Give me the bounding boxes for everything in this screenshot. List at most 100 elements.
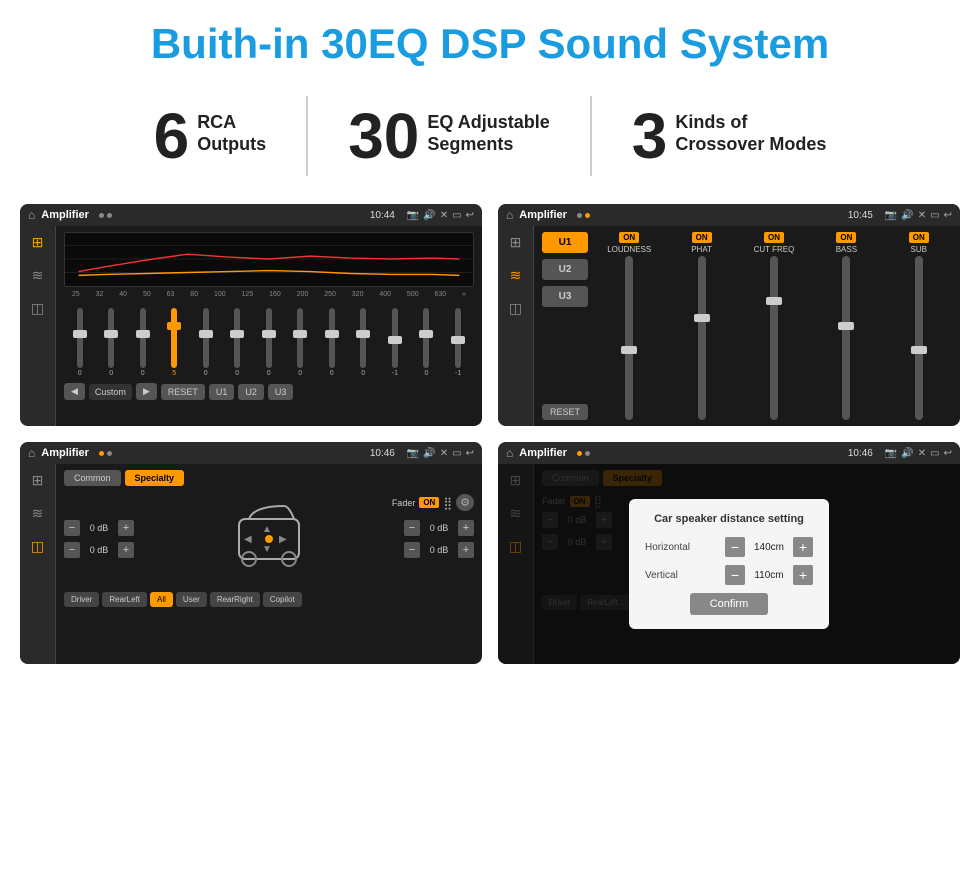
slider-sub[interactable]	[915, 256, 923, 420]
back-icon-1[interactable]: ↩	[466, 210, 474, 221]
status-icons-4: 📷 🔊 ✕ ▭ ↩	[885, 448, 952, 459]
sidebar-amp-vol[interactable]: ◫	[509, 300, 522, 317]
slider-loudness[interactable]	[625, 256, 633, 420]
dot-2	[107, 213, 112, 218]
x-icon-4: ✕	[918, 448, 926, 459]
status-bar-1: ⌂ Amplifier 10:44 📷 🔊 ✕ ▭ ↩	[20, 204, 482, 226]
btn-driver[interactable]: Driver	[64, 592, 99, 607]
db-minus-fr[interactable]: −	[404, 520, 420, 536]
back-icon-4[interactable]: ↩	[944, 448, 952, 459]
sidebar-cross-vol[interactable]: ◫	[31, 538, 44, 555]
freq-6: 80	[190, 291, 198, 298]
sidebar-cross-wave[interactable]: ≋	[32, 505, 44, 522]
db-minus-rl[interactable]: −	[64, 542, 80, 558]
back-icon-3[interactable]: ↩	[466, 448, 474, 459]
home-icon-4[interactable]: ⌂	[506, 446, 513, 460]
eq-sliders: 0 0 0 5 0	[64, 302, 474, 377]
channel-loudness: ON LOUDNESS	[596, 232, 662, 420]
dialog-box: Car speaker distance setting Horizontal …	[629, 499, 829, 629]
horizontal-minus-btn[interactable]: −	[725, 537, 745, 557]
ch-label-cutfreq: CUT FREQ	[754, 245, 795, 254]
sidebar-amp-wave[interactable]: ≋	[510, 267, 522, 284]
eq-freqs: 25 32 40 50 63 80 100 125 160 200 250 32…	[64, 291, 474, 298]
u2-btn-eq[interactable]: U2	[238, 384, 264, 400]
tab-specialty[interactable]: Specialty	[125, 470, 185, 486]
channel-sub: ON SUB	[886, 232, 952, 420]
freq-15: 630	[434, 291, 446, 298]
btn-rearleft[interactable]: RearLeft	[102, 592, 147, 607]
db-plus-fr[interactable]: +	[458, 520, 474, 536]
thumb-bass	[838, 322, 854, 330]
freq-9: 160	[269, 291, 281, 298]
rect-icon-4: ▭	[930, 448, 939, 459]
u3-btn-eq[interactable]: U3	[268, 384, 294, 400]
tab-common[interactable]: Common	[64, 470, 121, 486]
svg-text:▶: ▶	[279, 534, 287, 545]
fader-sliders-icon[interactable]: ⣿	[443, 496, 452, 510]
screen-amp: ⌂ Amplifier 10:45 📷 🔊 ✕ ▭ ↩ ⊞ ≋ ◫	[498, 204, 960, 426]
home-icon-1[interactable]: ⌂	[28, 208, 35, 222]
slider-cutfreq[interactable]	[770, 256, 778, 420]
sidebar-vol-icon[interactable]: ◫	[31, 300, 44, 317]
db-plus-rr[interactable]: +	[458, 542, 474, 558]
vertical-plus-btn[interactable]: +	[793, 565, 813, 585]
vertical-label: Vertical	[645, 570, 678, 581]
home-icon-3[interactable]: ⌂	[28, 446, 35, 460]
slider-bass[interactable]	[842, 256, 850, 420]
u3-btn[interactable]: U3	[542, 286, 588, 307]
home-icon-2[interactable]: ⌂	[506, 208, 513, 222]
sidebar-eq-icon[interactable]: ⊞	[32, 234, 44, 251]
db-minus-fl[interactable]: −	[64, 520, 80, 536]
db-minus-rr[interactable]: −	[404, 542, 420, 558]
screen-body-crossover: ⊞ ≋ ◫ Common Specialty Fader ON ⣿ ⚙	[20, 464, 482, 664]
eq-slider-7: 0	[297, 308, 303, 377]
slider-phat[interactable]	[698, 256, 706, 420]
rect-icon-1: ▭	[452, 210, 461, 221]
freq-5: 63	[167, 291, 175, 298]
sidebar-wave-icon[interactable]: ≋	[32, 267, 44, 284]
volume-icon-3: 🔊	[423, 448, 435, 459]
btn-copilot[interactable]: Copilot	[263, 592, 302, 607]
u1-btn-eq[interactable]: U1	[209, 384, 235, 400]
sidebar-amp-eq[interactable]: ⊞	[510, 234, 522, 251]
confirm-button[interactable]: Confirm	[690, 593, 769, 615]
ch-label-sub: SUB	[911, 245, 927, 254]
horizontal-value: 140cm	[749, 542, 789, 553]
u2-btn[interactable]: U2	[542, 259, 588, 280]
left-db-controls: − 0 dB + − 0 dB +	[64, 520, 134, 558]
back-icon-2[interactable]: ↩	[944, 210, 952, 221]
sidebar-cross-eq[interactable]: ⊞	[32, 472, 44, 489]
btn-all[interactable]: All	[150, 592, 173, 607]
time-4: 10:46	[848, 448, 873, 459]
db-plus-fl[interactable]: +	[118, 520, 134, 536]
volume-icon-2: 🔊	[901, 210, 913, 221]
app-title-3: Amplifier	[41, 447, 89, 459]
dialog-row-vertical: Vertical − 110cm +	[645, 565, 813, 585]
horizontal-plus-btn[interactable]: +	[793, 537, 813, 557]
eq-slider-5: 0	[234, 308, 240, 377]
db-control-fr: − 0 dB +	[404, 520, 474, 536]
settings-circle-icon[interactable]: ⚙	[456, 494, 474, 511]
tab-row-crossover: Common Specialty	[64, 470, 474, 486]
dot-1	[99, 213, 104, 218]
channel-cutfreq: ON CUT FREQ	[741, 232, 807, 420]
eq-slider-10: -1	[392, 308, 398, 377]
btn-user[interactable]: User	[176, 592, 207, 607]
thumb-sub	[911, 346, 927, 354]
ch-label-bass: BASS	[836, 245, 857, 254]
fader-label: Fader	[392, 498, 416, 508]
play-prev-btn[interactable]: ◀	[64, 383, 85, 400]
camera-icon-2: 📷	[885, 210, 897, 221]
eq-slider-8: 0	[329, 308, 335, 377]
dialog-title: Car speaker distance setting	[645, 513, 813, 525]
u1-btn[interactable]: U1	[542, 232, 588, 253]
svg-text:▲: ▲	[262, 524, 272, 535]
btn-rearright[interactable]: RearRight	[210, 592, 260, 607]
app-title-4: Amplifier	[519, 447, 567, 459]
reset-btn-amp[interactable]: RESET	[542, 404, 588, 420]
crossover-content: Common Specialty Fader ON ⣿ ⚙ −	[56, 464, 482, 664]
vertical-minus-btn[interactable]: −	[725, 565, 745, 585]
reset-btn-eq[interactable]: RESET	[161, 384, 205, 400]
play-next-btn[interactable]: ▶	[136, 383, 157, 400]
db-plus-rl[interactable]: +	[118, 542, 134, 558]
